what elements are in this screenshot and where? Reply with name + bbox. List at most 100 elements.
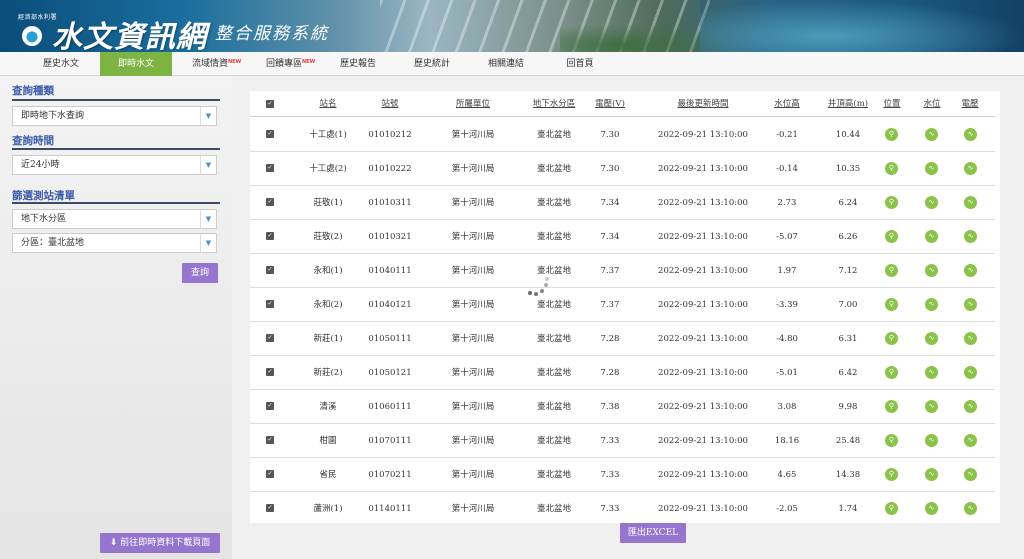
- checkbox-checked-icon[interactable]: ✓: [266, 300, 274, 308]
- map-pin-icon[interactable]: ⚲: [885, 162, 898, 175]
- map-pin-icon[interactable]: ⚲: [885, 230, 898, 243]
- nav-item-history-stats[interactable]: 歷史統計: [396, 52, 468, 76]
- new-badge: NEW: [228, 59, 242, 65]
- nav-item-realtime-hydrology[interactable]: 即時水文: [100, 52, 172, 76]
- column-header[interactable]: 電壓: [955, 91, 985, 117]
- chart-icon[interactable]: ∿: [925, 298, 938, 311]
- zone-cell: 臺北盆地: [536, 164, 571, 174]
- chart-icon[interactable]: ∿: [964, 366, 977, 379]
- voltage-cell: 7.28: [600, 334, 620, 344]
- chart-icon[interactable]: ∿: [964, 128, 977, 141]
- map-pin-icon[interactable]: ⚲: [885, 468, 898, 481]
- groundwater-zone-type-select[interactable]: 地下水分區 ▼: [12, 209, 217, 229]
- station-name-cell: 柑園: [319, 436, 337, 446]
- update-time-cell: 2022-09-21 13:10:00: [658, 232, 748, 242]
- column-header[interactable]: 站號: [367, 91, 413, 117]
- map-pin-icon[interactable]: ⚲: [885, 400, 898, 413]
- station-id-cell: 01070111: [368, 436, 412, 446]
- checkbox-checked-icon[interactable]: ✓: [266, 164, 274, 172]
- column-header[interactable]: 電壓(V): [590, 91, 630, 117]
- well-top-cell: 25.48: [835, 436, 861, 446]
- map-pin-icon[interactable]: ⚲: [885, 434, 898, 447]
- site-title[interactable]: 水文資訊網: [52, 12, 207, 52]
- nav-item-history-report[interactable]: 歷史報告: [322, 52, 394, 76]
- chart-icon[interactable]: ∿: [925, 434, 938, 447]
- nav-item-basin-info[interactable]: 流域情資 NEW: [174, 52, 246, 76]
- chart-icon[interactable]: ∿: [925, 128, 938, 141]
- zone-cell: 臺北盆地: [536, 334, 571, 344]
- chart-icon[interactable]: ∿: [964, 434, 977, 447]
- chart-icon[interactable]: ∿: [925, 366, 938, 379]
- chart-icon[interactable]: ∿: [964, 298, 977, 311]
- unit-cell: 第十河川局: [451, 334, 495, 344]
- nav-item-feedback[interactable]: 回饋專區 NEW: [248, 52, 320, 76]
- map-pin-icon[interactable]: ⚲: [885, 502, 898, 515]
- map-pin-icon[interactable]: ⚲: [885, 332, 898, 345]
- map-pin-icon[interactable]: ⚲: [885, 196, 898, 209]
- chart-icon[interactable]: ∿: [964, 400, 977, 413]
- column-header[interactable]: 水位高: [767, 91, 807, 117]
- well-top-cell: 1.74: [838, 504, 858, 514]
- groundwater-zone-select[interactable]: 分區：臺北盆地 ▼: [12, 233, 217, 253]
- chart-icon[interactable]: ∿: [925, 162, 938, 175]
- chart-icon[interactable]: ∿: [964, 502, 977, 515]
- zone-value: 分區：臺北盆地: [21, 238, 85, 248]
- checkbox-checked-icon[interactable]: ✓: [266, 198, 274, 206]
- column-header[interactable]: 井頂高(m): [818, 91, 878, 117]
- table-row: ✓ 清溪 01060111 第十河川局 臺北盆地 7.38 2022-09-21 13:10…: [250, 390, 995, 424]
- query-button[interactable]: 查詢: [182, 263, 218, 283]
- chart-icon[interactable]: ∿: [925, 400, 938, 413]
- column-header[interactable]: 最後更新時間: [653, 91, 753, 117]
- map-pin-icon[interactable]: ⚲: [885, 366, 898, 379]
- chart-icon[interactable]: ∿: [964, 230, 977, 243]
- voltage-cell: 7.33: [600, 470, 620, 480]
- column-header[interactable]: 位置: [877, 91, 907, 117]
- update-time-cell: 2022-09-21 13:10:00: [658, 334, 748, 344]
- column-header[interactable]: 站名: [308, 91, 348, 117]
- checkbox-checked-icon[interactable]: ✓: [266, 334, 274, 342]
- zone-cell: 臺北盆地: [536, 470, 571, 480]
- nav-item-related-links[interactable]: 相關連結: [470, 52, 542, 76]
- groundwater-table: ✓ 站名 站號 所屬單位 地下水分區 電壓(V) 最後更新時間 水位高 井頂高(…: [250, 91, 1000, 523]
- voltage-cell: 7.30: [600, 164, 620, 174]
- chart-icon[interactable]: ∿: [925, 502, 938, 515]
- checkbox-checked-icon[interactable]: ✓: [266, 436, 274, 444]
- chart-icon[interactable]: ∿: [964, 264, 977, 277]
- export-excel-button[interactable]: 匯出EXCEL: [620, 523, 686, 543]
- realtime-download-button[interactable]: ⬇ 前往即時資料下載頁面: [100, 533, 220, 553]
- chart-icon[interactable]: ∿: [964, 196, 977, 209]
- divider: [12, 99, 220, 101]
- checkbox-checked-icon[interactable]: ✓: [266, 130, 274, 138]
- unit-cell: 第十河川局: [451, 402, 495, 412]
- chart-icon[interactable]: ∿: [925, 196, 938, 209]
- chart-icon[interactable]: ∿: [925, 230, 938, 243]
- chevron-down-icon: ▼: [200, 234, 216, 252]
- query-type-select[interactable]: 即時地下水查詢 ▼: [12, 106, 217, 126]
- download-button-label: 前往即時資料下載頁面: [120, 538, 211, 548]
- checkbox-checked-icon[interactable]: ✓: [266, 504, 274, 512]
- nav-item-home[interactable]: 回首頁: [544, 52, 616, 76]
- checkbox-checked-icon[interactable]: ✓: [266, 232, 274, 240]
- chart-icon[interactable]: ∿: [964, 162, 977, 175]
- map-pin-icon[interactable]: ⚲: [885, 264, 898, 277]
- map-pin-icon[interactable]: ⚲: [885, 298, 898, 311]
- map-pin-icon[interactable]: ⚲: [885, 128, 898, 141]
- chart-icon[interactable]: ∿: [925, 468, 938, 481]
- column-header[interactable]: 水位: [917, 91, 947, 117]
- chart-icon[interactable]: ∿: [925, 264, 938, 277]
- checkbox-checked-icon[interactable]: ✓: [266, 368, 274, 376]
- chart-icon[interactable]: ∿: [925, 332, 938, 345]
- column-header[interactable]: 所屬單位: [438, 91, 508, 117]
- chart-icon[interactable]: ∿: [964, 332, 977, 345]
- checkbox-checked-icon[interactable]: ✓: [266, 470, 274, 478]
- query-sidebar: 查詢種類 即時地下水查詢 ▼ 查詢時間 近24小時 ▼ 篩選測站清單 地下水分區…: [0, 77, 232, 559]
- column-header[interactable]: 地下水分區: [514, 91, 594, 117]
- water-level-cell: -5.07: [776, 232, 798, 242]
- checkbox-checked-icon[interactable]: ✓: [266, 266, 274, 274]
- checkbox-checked-icon[interactable]: ✓: [266, 402, 274, 410]
- chart-icon[interactable]: ∿: [964, 468, 977, 481]
- checkbox-checked-icon[interactable]: ✓: [266, 100, 274, 108]
- query-time-select[interactable]: 近24小時 ▼: [12, 155, 217, 175]
- nav-item-history-hydrology[interactable]: 歷史水文: [24, 52, 98, 76]
- zone-cell: 臺北盆地: [536, 436, 571, 446]
